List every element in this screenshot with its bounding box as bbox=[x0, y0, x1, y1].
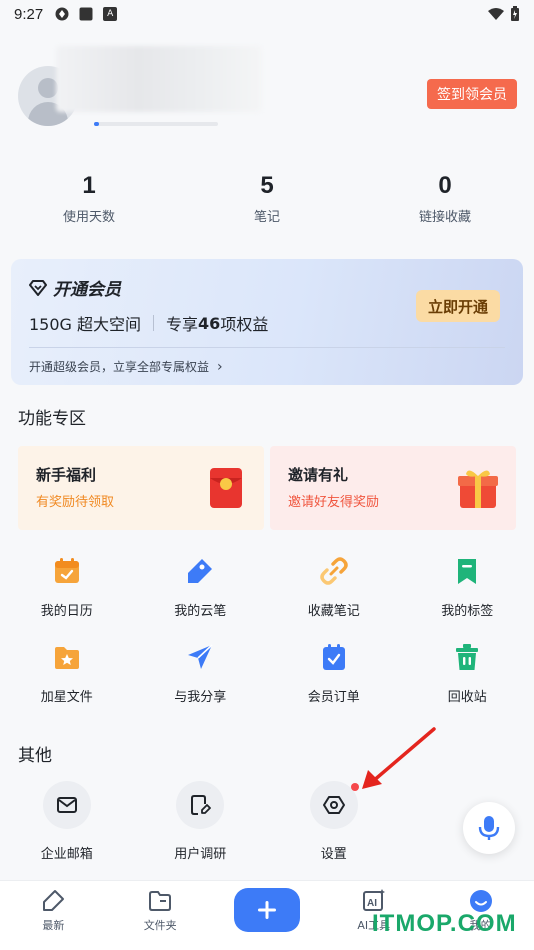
vip-feature-rights-prefix: 专享 bbox=[166, 315, 199, 334]
promo-subtitle: 有奖励待领取 bbox=[36, 495, 115, 510]
promo-subtitle: 邀请好友得奖励 bbox=[288, 495, 380, 510]
folder-icon bbox=[149, 891, 172, 911]
grid-item-label: 我的日历 bbox=[40, 604, 93, 619]
recent-icon bbox=[43, 890, 65, 911]
sign-in-vip-button[interactable]: 签到领会员 bbox=[427, 79, 517, 109]
vip-title-text: 开通会员 bbox=[53, 280, 121, 300]
svg-text:AI: AI bbox=[367, 898, 377, 909]
pen-tag-icon bbox=[188, 559, 213, 583]
chevron-right-icon: › bbox=[217, 358, 223, 375]
link-icon bbox=[320, 557, 348, 585]
battery-icon bbox=[511, 6, 519, 21]
survey-icon bbox=[191, 795, 212, 815]
grid-item-label: 收藏笔记 bbox=[307, 604, 360, 619]
plus-icon bbox=[257, 901, 276, 919]
section-title-features: 功能专区 bbox=[18, 409, 86, 429]
username-redacted bbox=[56, 46, 262, 112]
bookmark-icon bbox=[458, 559, 477, 584]
stat-notes[interactable]: 5 笔记 bbox=[178, 170, 356, 225]
voice-input-button[interactable] bbox=[463, 802, 515, 854]
status-bar: 9:27 A bbox=[0, 0, 534, 28]
app-square-icon bbox=[79, 7, 93, 21]
other-item-enterprise-mail[interactable]: 企业邮箱 bbox=[0, 781, 134, 862]
app-notification-icon bbox=[55, 7, 69, 21]
vip-card[interactable]: 开通会员 150G 超大空间 专享 46 项权益 立即开通 开通超级会员，立享全部专… bbox=[11, 259, 523, 385]
section-title-other: 其他 bbox=[18, 746, 52, 766]
grid-item-label: 会员订单 bbox=[307, 690, 360, 705]
grid-item-tags[interactable]: 我的标签 bbox=[401, 554, 534, 619]
grid-item-label: 回收站 bbox=[447, 690, 487, 705]
open-vip-button[interactable]: 立即开通 bbox=[416, 290, 500, 322]
mail-icon bbox=[56, 797, 77, 813]
vip-title: 开通会员 bbox=[29, 275, 121, 300]
stat-link-favorites[interactable]: 0 链接收藏 bbox=[356, 170, 534, 225]
grid-item-cloud-pen[interactable]: 我的云笔 bbox=[134, 554, 268, 619]
vip-feature-rights-count: 46 bbox=[198, 313, 221, 333]
grid-item-recycle-bin[interactable]: 回收站 bbox=[401, 640, 534, 705]
vip-feature-space: 150G 超大空间 bbox=[29, 315, 142, 334]
stat-usage-days[interactable]: 1 使用天数 bbox=[0, 170, 178, 225]
other-item-label: 设置 bbox=[320, 847, 347, 862]
trash-icon bbox=[456, 644, 479, 670]
star-folder-icon bbox=[54, 647, 79, 669]
calendar-icon bbox=[54, 558, 79, 583]
stat-label: 笔记 bbox=[253, 210, 280, 225]
promo-title: 新手福利 bbox=[36, 466, 97, 484]
stat-value: 1 bbox=[82, 172, 96, 199]
vip-benefits-link[interactable]: 开通超级会员，立享全部专属权益 › bbox=[29, 358, 223, 375]
nav-add[interactable] bbox=[214, 881, 321, 950]
sim-icon: A bbox=[103, 7, 118, 21]
annotation-arrow bbox=[362, 727, 436, 789]
grid-item-label: 我的标签 bbox=[441, 604, 494, 619]
stats-row: 1 使用天数 5 笔记 0 链接收藏 bbox=[0, 170, 534, 225]
other-item-label: 企业邮箱 bbox=[40, 847, 93, 862]
gift-box-icon bbox=[458, 470, 498, 508]
grid-item-label: 我的云笔 bbox=[174, 604, 227, 619]
stat-label: 链接收藏 bbox=[418, 210, 471, 225]
nav-label: 文件夹 bbox=[143, 919, 177, 932]
grid-item-label: 与我分享 bbox=[174, 690, 227, 705]
order-check-icon bbox=[322, 644, 345, 670]
red-envelope-icon bbox=[210, 468, 242, 508]
promo-title: 邀请有礼 bbox=[288, 466, 349, 484]
status-time: 9:27 bbox=[14, 5, 44, 23]
profile-header: 签到领会员 bbox=[18, 46, 518, 132]
other-item-settings[interactable]: 设置 bbox=[267, 781, 401, 862]
grid-item-shared-with-me[interactable]: 与我分享 bbox=[134, 640, 268, 705]
wifi-icon bbox=[488, 8, 504, 20]
grid-item-starred-files[interactable]: 加星文件 bbox=[0, 640, 134, 705]
stat-value: 0 bbox=[438, 172, 452, 199]
microphone-icon bbox=[478, 816, 500, 840]
level-progress bbox=[94, 122, 218, 126]
feature-grid-row-1: 我的日历 我的云笔 收藏笔记 我的标签 bbox=[0, 554, 534, 619]
other-item-label: 用户调研 bbox=[174, 847, 227, 862]
level-progress-fill bbox=[94, 122, 99, 126]
promo-newbie-welfare[interactable]: 新手福利 有奖励待领取 bbox=[18, 446, 264, 530]
other-item-user-survey[interactable]: 用户调研 bbox=[134, 781, 268, 862]
watermark: ITMOP.COM bbox=[372, 910, 517, 937]
feature-grid-row-2: 加星文件 与我分享 会员订单 回收站 bbox=[0, 640, 534, 705]
send-icon bbox=[188, 644, 213, 669]
nav-recent[interactable]: 最新 bbox=[0, 881, 107, 950]
stat-label: 使用天数 bbox=[62, 210, 115, 225]
nav-folders[interactable]: 文件夹 bbox=[107, 881, 214, 950]
divider bbox=[29, 347, 505, 348]
nav-label: 最新 bbox=[42, 919, 65, 932]
grid-item-label: 加星文件 bbox=[40, 690, 93, 705]
grid-item-vip-orders[interactable]: 会员订单 bbox=[267, 640, 401, 705]
promo-invite-reward[interactable]: 邀请有礼 邀请好友得奖励 bbox=[270, 446, 516, 530]
grid-item-calendar[interactable]: 我的日历 bbox=[0, 554, 134, 619]
vip-features: 150G 超大空间 专享 46 项权益 bbox=[29, 311, 268, 335]
grid-item-favorite-notes[interactable]: 收藏笔记 bbox=[267, 554, 401, 619]
stat-value: 5 bbox=[260, 172, 274, 199]
diamond-icon bbox=[29, 279, 47, 296]
other-grid: 企业邮箱 用户调研 设置 bbox=[0, 781, 534, 862]
vip-feature-rights-suffix: 项权益 bbox=[220, 315, 269, 334]
settings-hexagon-icon bbox=[322, 796, 345, 814]
vip-link-text: 开通超级会员，立享全部专属权益 bbox=[29, 360, 210, 374]
add-button[interactable] bbox=[233, 888, 300, 932]
